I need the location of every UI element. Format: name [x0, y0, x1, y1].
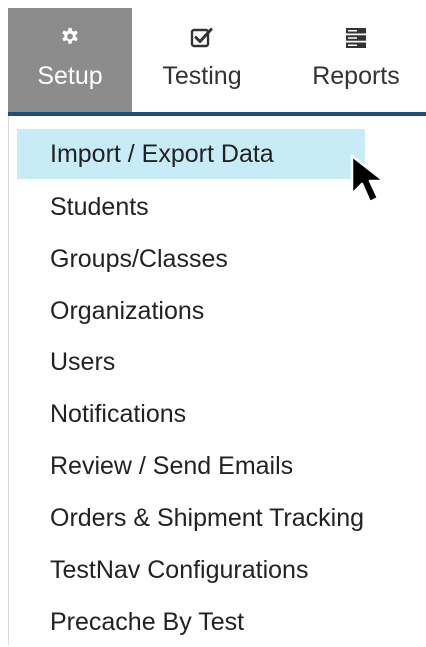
gear-icon: [8, 26, 132, 50]
menu-item-notifications[interactable]: Notifications: [17, 389, 186, 439]
tab-setup-label: Setup: [37, 62, 103, 90]
menu-item-orders-shipment-tracking[interactable]: Orders & Shipment Tracking: [17, 493, 364, 543]
mouse-pointer-icon: [350, 154, 386, 204]
tab-reports[interactable]: Reports: [286, 8, 426, 112]
tab-testing-label: Testing: [162, 62, 242, 90]
menu-item-testnav-configurations[interactable]: TestNav Configurations: [17, 545, 308, 595]
server-stack-icon: [286, 26, 426, 50]
menu-item-users[interactable]: Users: [17, 337, 115, 387]
top-navigation: Setup Testing Reports: [8, 8, 426, 112]
menu-item-precache-by-test[interactable]: Precache By Test: [17, 597, 244, 647]
tab-reports-label: Reports: [312, 62, 400, 90]
menu-item-students[interactable]: Students: [17, 182, 149, 232]
menu-item-import-export-data[interactable]: Import / Export Data: [17, 129, 365, 179]
checkbox-icon: [145, 26, 259, 50]
tab-testing[interactable]: Testing: [145, 8, 259, 112]
menu-item-review-send-emails[interactable]: Review / Send Emails: [17, 441, 293, 491]
menu-item-groups-classes[interactable]: Groups/Classes: [17, 234, 228, 284]
tab-setup[interactable]: Setup: [8, 8, 132, 112]
menu-item-organizations[interactable]: Organizations: [17, 286, 204, 336]
